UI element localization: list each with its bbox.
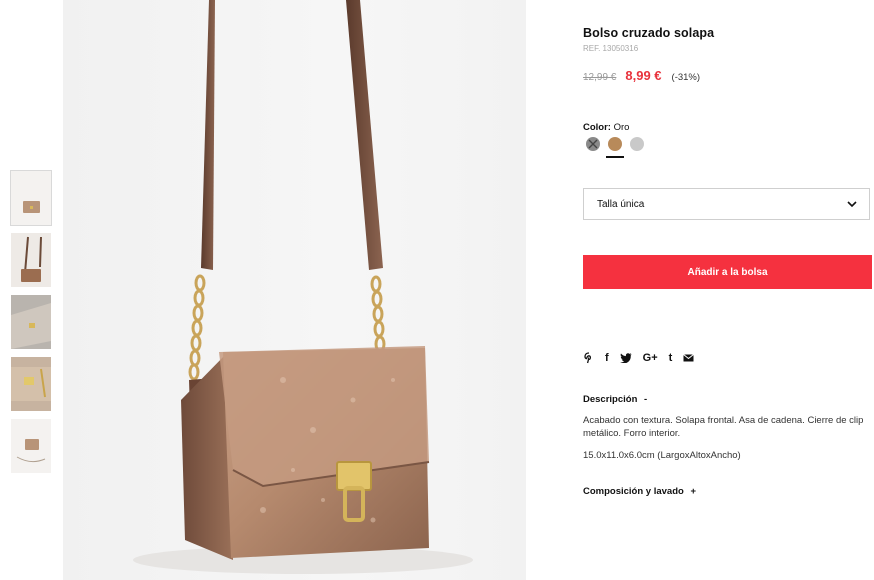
color-swatch-oro[interactable]: [606, 137, 624, 158]
composition-toggle-icon: +: [690, 486, 697, 497]
mail-icon[interactable]: [683, 354, 695, 362]
description-text: Acabado con textura. Solapa frontal. Asa…: [583, 415, 864, 439]
chevron-down-icon: [847, 200, 857, 207]
color-swatches: [586, 137, 652, 158]
thumbnail-4[interactable]: [11, 357, 51, 411]
discount-badge: (-31%): [671, 72, 701, 83]
cross-icon: [588, 139, 598, 149]
color-swatch-silver[interactable]: [630, 137, 644, 151]
google-plus-icon[interactable]: G+: [643, 352, 658, 364]
composition-title: Composición y lavado: [583, 486, 684, 497]
description-title: Descripción: [583, 394, 638, 405]
thumbnail-2[interactable]: [11, 233, 51, 287]
facebook-icon[interactable]: f: [605, 352, 609, 364]
description-toggle[interactable]: Descripción -: [583, 394, 647, 405]
twitter-icon[interactable]: [619, 353, 632, 363]
thumbnail-3[interactable]: [11, 295, 51, 349]
product-main-image[interactable]: [63, 0, 526, 580]
thumbnail-1[interactable]: [10, 170, 52, 226]
product-title: Bolso cruzado solapa: [583, 26, 715, 40]
old-price: 12,99 €: [583, 72, 617, 83]
description-toggle-icon: -: [644, 394, 648, 405]
product-reference: REF. 13050316: [583, 44, 639, 53]
size-select[interactable]: Talla única: [583, 188, 870, 220]
color-label-title: Color:: [583, 122, 611, 133]
pinterest-icon[interactable]: [584, 352, 594, 364]
color-label: Color: Oro: [583, 122, 629, 133]
thumbnail-list: [10, 170, 52, 481]
thumbnail-5[interactable]: [11, 419, 51, 473]
composition-toggle[interactable]: Composición y lavado +: [583, 486, 696, 497]
color-swatch-unavailable[interactable]: [586, 137, 600, 151]
size-selected-value: Talla única: [597, 198, 645, 210]
add-to-bag-button[interactable]: Añadir a la bolsa: [583, 255, 872, 289]
price-row: 12,99 € 8,99 € (-31%): [583, 68, 700, 83]
tumblr-icon[interactable]: t: [669, 352, 673, 364]
description-dimensions: 15.0x11.0x6.0cm (LargoxAltoxAncho): [583, 450, 741, 461]
bag-illustration: [133, 0, 473, 574]
sale-price: 8,99 €: [625, 68, 662, 83]
color-selected-value: Oro: [613, 122, 630, 133]
share-bar: f G+ t: [584, 352, 705, 364]
